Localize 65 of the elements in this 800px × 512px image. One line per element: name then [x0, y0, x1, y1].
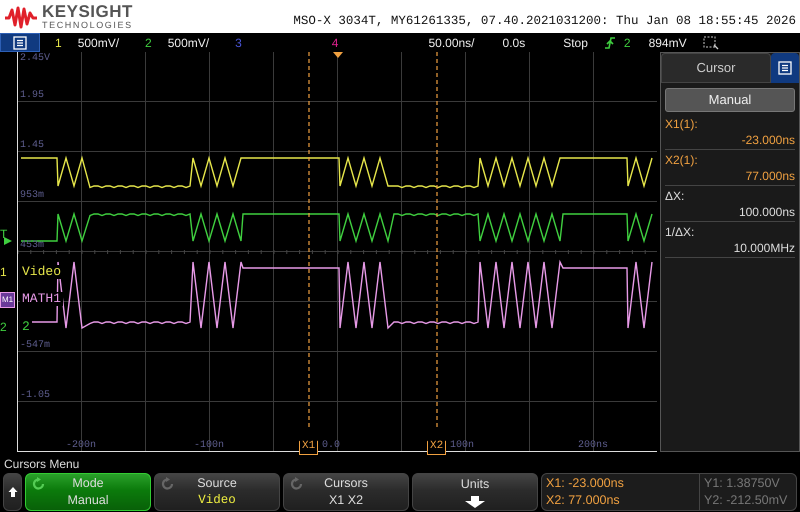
axis-label: 953m: [20, 190, 44, 201]
down-arrow-icon: [464, 496, 486, 508]
axis-label: 1.95: [20, 90, 44, 101]
selection-icon[interactable]: [702, 36, 719, 50]
timebase-value: 50.00ns/: [428, 34, 475, 52]
logo-icon: [4, 4, 38, 28]
readout-value: X2: 77.000ns: [546, 492, 621, 509]
up-arrow-icon: [8, 486, 18, 498]
channel-number[interactable]: 1: [55, 34, 62, 52]
run-state: Stop: [563, 34, 588, 52]
channel-label: MATH1: [20, 292, 64, 306]
channel-number[interactable]: 3: [235, 34, 242, 52]
readout-value: 10.000MHz: [732, 240, 795, 256]
menu-button[interactable]: [0, 33, 40, 52]
axis-label: -547m: [20, 340, 50, 351]
panel-menu-button[interactable]: [771, 53, 799, 83]
readout-value: 100.000ns: [738, 204, 795, 220]
readout-label: X2(1):: [665, 152, 699, 168]
menu-up-button[interactable]: [3, 473, 22, 511]
brand-tagline: TECHNOLOGIES: [42, 20, 133, 30]
mode-button[interactable]: Manual: [665, 88, 795, 112]
channel-marker[interactable]: 1: [0, 265, 7, 279]
readout-value: 77.000ns: [744, 168, 795, 184]
panel-tab[interactable]: Cursor: [661, 53, 771, 83]
trigger-edge-icon: [604, 36, 616, 50]
axis-label: -100n: [194, 440, 224, 451]
trigger-level-icon: [3, 236, 13, 246]
trigger-source: 2: [624, 34, 631, 52]
cursor-line[interactable]: [436, 52, 438, 430]
channel-marker[interactable]: 2: [0, 320, 7, 334]
trigger-position-icon: [333, 52, 343, 58]
delay-value: 0.0s: [502, 34, 526, 52]
menu-title: Cursors Menu: [3, 456, 80, 472]
channel-label: Video: [20, 265, 64, 279]
axis-label: -1.05: [20, 390, 50, 401]
axis-label: 100n: [450, 440, 474, 451]
readout-value: Y2: -212.50mV: [704, 492, 788, 509]
instrument-info: MSO-X 3034T, MY61261335, 07.40.2021031200: Thu Jan 08 18:55:45 2026: [293, 13, 796, 30]
channel-scale: 500mV/: [168, 34, 210, 52]
channel-number[interactable]: 4: [332, 34, 338, 52]
readout-label: ΔX:: [665, 188, 686, 204]
trigger-level: 894mV: [648, 34, 687, 52]
menu-icon: [13, 36, 27, 50]
axis-label: 200ns: [578, 440, 608, 451]
readout-value: X1: -23.000ns: [546, 475, 625, 492]
channel-marker[interactable]: M1: [0, 292, 16, 308]
menu-icon: [778, 61, 792, 75]
channel-scale: 500mV/: [78, 34, 120, 52]
softkey-button[interactable]: Units: [412, 473, 538, 511]
brand-name: KEYSIGHT: [42, 4, 133, 20]
trigger-marker: T: [0, 228, 8, 240]
axis-label: 453m: [20, 240, 44, 251]
softkey-button[interactable]: Mode Manual: [25, 473, 151, 511]
readout-value: Y1: 1.38750V: [704, 475, 781, 492]
softkey-button[interactable]: Cursors X1 X2: [283, 473, 409, 511]
softkey-button[interactable]: Source Video: [154, 473, 280, 511]
axis-label: 0.0: [322, 440, 340, 451]
axis-label: -200n: [66, 440, 96, 451]
readout-label: X1(1):: [665, 116, 699, 132]
readout-value: -23.000ns: [740, 132, 795, 148]
readout-label: 1/ΔX:: [665, 224, 696, 240]
axis-label: 2.45V: [20, 53, 50, 64]
channel-number[interactable]: 2: [145, 34, 152, 52]
axis-label: 1.45: [20, 140, 44, 151]
cursor-line[interactable]: [308, 52, 310, 430]
